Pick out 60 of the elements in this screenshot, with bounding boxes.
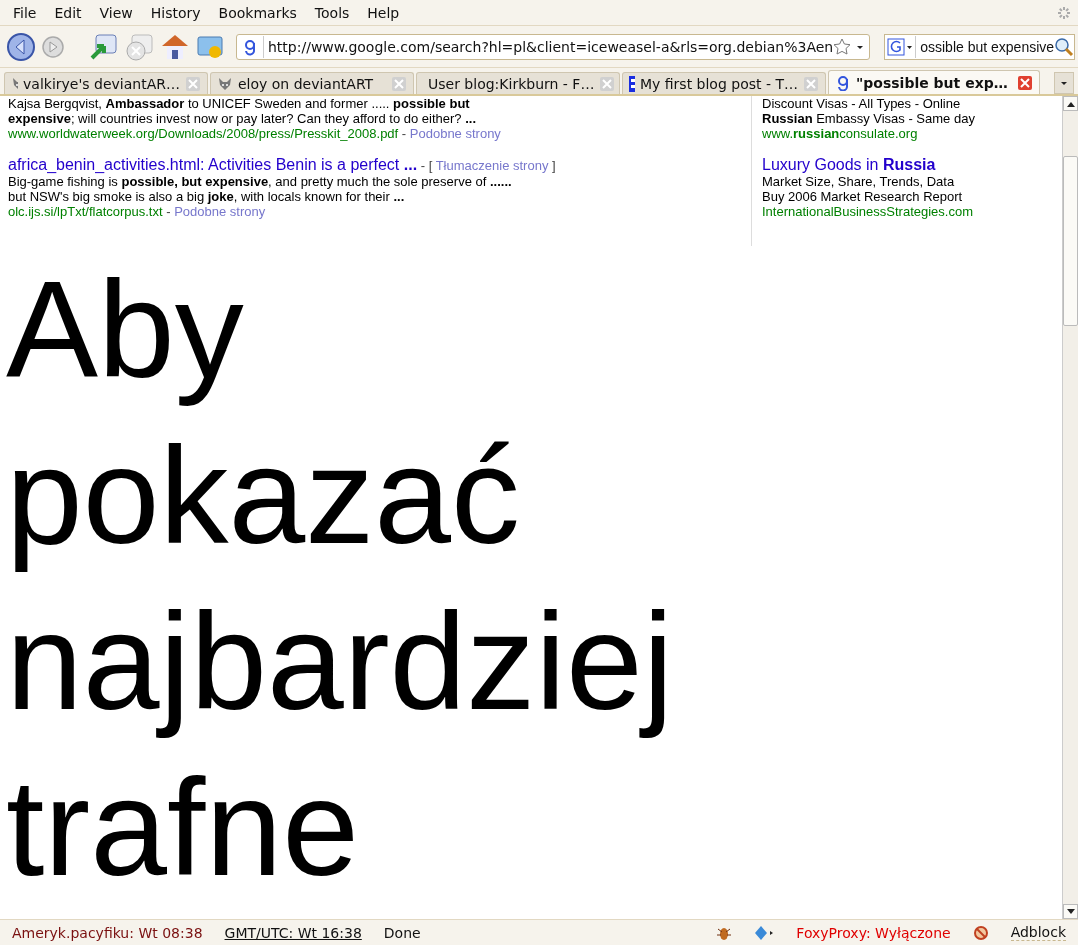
ad-text: Russian Embassy Visas - Same day [762,111,976,126]
menu-item[interactable]: Bookmarks [209,4,306,21]
search-engine-icon[interactable] [885,35,917,58]
ad-text: Buy 2006 Market Research Report [762,189,964,204]
scrollbar-thumb[interactable] [1063,156,1078,326]
menu-item[interactable]: Help [358,4,409,21]
foxyproxy-status[interactable]: FoxyProxy: Wyłączone [796,924,951,941]
result-title-link[interactable]: africa_benin_activities.html: Activities Benin is a perfect ... [8,156,418,173]
ad-url: www.russianconsulate.org [762,126,918,141]
throbber-icon [1056,5,1072,21]
separator-text: - [401,126,407,141]
large-text: najbardziej [6,583,675,740]
logo-icon [835,74,851,91]
browser-tab[interactable]: eloy on deviantART [210,72,414,94]
result-snippet: but NSW's big smoke is also a big joke, with locals known for their ... [8,189,406,204]
translate-link[interactable]: Tłumaczenie strony [435,158,549,173]
browser-tab[interactable]: User blog:Kirkburn - F… [416,72,620,94]
reload-button[interactable] [88,31,118,62]
result-url: www.worldwaterweek.org/Downloads/2008/press/Presskit_2008.pdf [8,126,399,141]
browser-tab[interactable]: "possible but exp… [828,70,1040,94]
large-text: pokazać [6,417,521,574]
down-arrow-icon[interactable] [1066,908,1075,915]
result-snippet: Big-game fishing is possible, but expensive, and pretty much the sole preserve of ...... [8,174,513,189]
search-icon[interactable] [1054,36,1075,57]
tab-list-button[interactable] [1054,72,1074,94]
scrollbar[interactable] [1062,96,1078,919]
separator-text: - [ [420,158,433,173]
result-snippet: Kajsa Bergqvist, Ambassador to UNICEF Sweden and former ..... possible but [8,96,471,111]
up-arrow-icon[interactable] [1066,100,1075,107]
browser-tab[interactable]: My first blog post - T… [622,72,826,94]
similar-pages-link[interactable]: Podobne strony [409,126,501,141]
ad-text: Market Size, Share, Trends, Data [762,174,956,189]
large-text: Aby [6,251,245,408]
status-text: Done [383,924,421,941]
separator-text: - [166,204,171,219]
menu-item[interactable]: Tools [305,4,359,21]
diamond-icon[interactable] [754,924,775,941]
bracket-text: ] [552,158,556,173]
utc-time-text: GMT/UTC: Wt 16:38 [224,924,362,941]
menu-item[interactable]: View [90,4,142,21]
no-sign-icon[interactable] [972,924,989,941]
ad-text: Discount Visas - All Types - Online [762,96,962,111]
search-field[interactable]: ossible but expensive [884,33,1076,60]
blog-logo-icon [629,75,635,92]
result-url: olc.ijs.si/lpTxt/flatcorpus.txt [8,204,163,219]
menu-item[interactable]: File [4,4,46,21]
ad-title-link[interactable]: Luxury Goods in Russia [762,156,936,173]
pacific-time-text: Ameryk.pacyfiku: Wt 08:38 [12,924,203,941]
ad-url: InternationalBusinessStrategies.com [762,204,973,219]
back-button[interactable] [6,31,36,62]
star-icon[interactable] [833,37,852,56]
adblock-label[interactable]: Adblock [1010,924,1066,941]
browser-tab[interactable]: valkirye's deviantAR… [4,72,208,94]
menu-item[interactable]: Edit [45,4,91,21]
large-text: trafne [6,749,360,906]
similar-pages-link[interactable]: Podobne strony [174,204,266,219]
close-icon[interactable] [1017,74,1033,91]
result-snippet: expensive; will countries invest now or pay later? Can they afford to do either? ... [8,111,478,126]
menu-item[interactable]: History [141,4,210,21]
url-field[interactable]: http://www.google.com/search?hl=pl&client=iceweasel-a&rls=org.debian%3Aen [236,33,871,60]
